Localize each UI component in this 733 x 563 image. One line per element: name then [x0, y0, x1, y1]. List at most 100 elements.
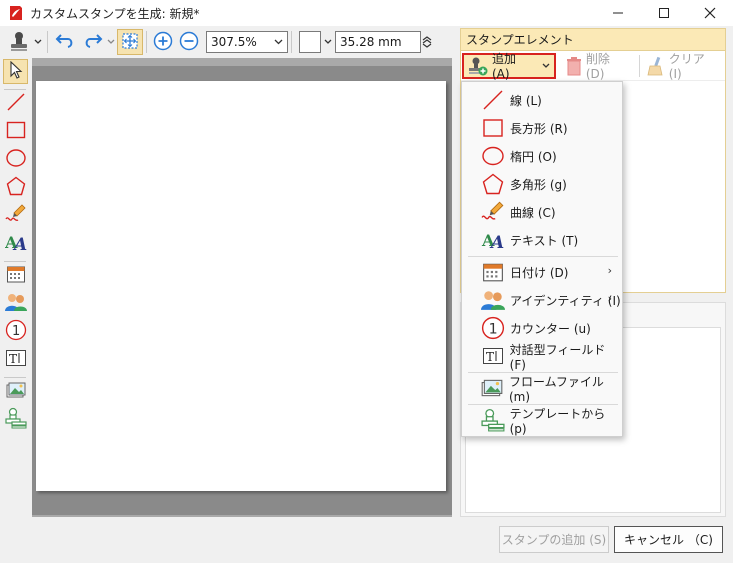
clear-elements-label: クリア (I) [668, 52, 705, 81]
color-swatch-button[interactable] [299, 31, 321, 53]
counter-tool[interactable]: 1 [3, 319, 28, 344]
chevron-down-icon[interactable] [34, 39, 44, 45]
pencil-icon [4, 203, 27, 228]
line-width-spinner[interactable] [421, 36, 433, 48]
calendar-icon [480, 259, 506, 285]
menu-item-label: カウンター (u) [510, 321, 591, 336]
chevron-down-icon[interactable] [321, 39, 335, 45]
toolbar-divider [638, 54, 640, 77]
add-stamp-icon [468, 56, 488, 76]
counter-icon: 1 [5, 319, 27, 344]
close-button[interactable] [687, 0, 733, 26]
from-template-tool[interactable] [3, 407, 28, 432]
menu-item-date[interactable]: 日付け (D) › [462, 258, 624, 286]
delete-element-button[interactable]: 削除 (D) [562, 52, 636, 81]
ellipse-icon [480, 143, 506, 169]
stamp-properties-button[interactable] [4, 29, 34, 55]
menu-item-from-file[interactable]: フロームファイル (m) [462, 374, 624, 404]
title-bar: カスタムスタンプを生成: 新規* [0, 0, 733, 26]
menu-item-label: 対話型フィールド (F) [509, 342, 606, 372]
svg-text:1: 1 [12, 324, 20, 339]
menu-item-curve[interactable]: 曲線 (C) [462, 198, 624, 226]
undo-button[interactable] [51, 29, 79, 55]
add-stamp-button[interactable]: スタンプの追加 (S) [499, 526, 609, 553]
redo-button[interactable] [79, 29, 107, 55]
add-element-label: 追加 (A) [492, 52, 517, 81]
drawing-tools: AA 1 T [0, 58, 30, 518]
identity-tool[interactable] [3, 291, 28, 316]
zoom-in-button[interactable] [150, 29, 176, 55]
counter-icon: 1 [480, 315, 506, 341]
text-tool[interactable]: AA [3, 231, 28, 256]
menu-item-counter[interactable]: 1 カウンター (u) [462, 314, 624, 342]
menu-item-line[interactable]: 線 (L) [462, 86, 624, 114]
tool-divider [4, 261, 26, 262]
minimize-button[interactable] [595, 0, 641, 26]
image-icon [480, 375, 505, 401]
line-icon [6, 92, 26, 115]
menu-item-from-template[interactable]: テンプレートから (p) [462, 406, 624, 436]
fit-page-button[interactable] [117, 29, 143, 55]
date-tool[interactable] [3, 263, 28, 288]
add-element-button[interactable]: 追加 (A) [462, 52, 556, 81]
from-file-tool[interactable] [3, 379, 28, 404]
text-field-icon: T [5, 348, 27, 371]
menu-item-interactive-field[interactable]: T 対話型フィールド (F) [462, 342, 624, 372]
main-toolbar: 307.5% 35.28 mm [0, 26, 458, 58]
menu-item-label: フロームファイル (m) [508, 374, 604, 404]
chevron-down-icon [542, 63, 550, 69]
menu-item-label: アイデンティティ (I) [510, 293, 621, 308]
line-width-value: 35.28 mm [340, 35, 402, 49]
submenu-arrow-icon: › [607, 292, 612, 305]
menu-item-label: 線 (L) [510, 93, 542, 108]
menu-item-label: 曲線 (C) [510, 205, 556, 220]
toolbar-divider [47, 31, 48, 53]
calendar-icon [6, 264, 26, 287]
curve-tool[interactable] [3, 203, 28, 228]
chevron-down-icon[interactable] [107, 39, 117, 45]
trash-icon [566, 56, 582, 76]
svg-text:T: T [486, 350, 494, 364]
text-icon: AA [4, 232, 27, 255]
menu-item-rectangle[interactable]: 長方形 (R) [462, 114, 624, 142]
interactive-field-tool[interactable]: T [3, 347, 28, 372]
rectangle-tool[interactable] [3, 119, 28, 144]
maximize-button[interactable] [641, 0, 687, 26]
chevron-down-icon [274, 39, 283, 45]
stamp-canvas[interactable] [36, 81, 446, 491]
add-element-menu: 線 (L) 長方形 (R) 楕円 (O) 多角形 (g) 曲線 (C) AA テ… [461, 81, 623, 437]
zoom-value: 307.5% [211, 35, 257, 49]
zoom-out-icon [179, 31, 199, 54]
ellipse-tool[interactable] [3, 147, 28, 172]
line-width-input[interactable]: 35.28 mm [335, 31, 421, 53]
svg-text:1: 1 [489, 321, 498, 337]
clear-elements-button[interactable]: クリア (I) [643, 52, 725, 81]
cancel-button[interactable]: キャンセル （C) [614, 526, 723, 553]
svg-text:A: A [489, 233, 504, 250]
tool-divider [4, 377, 26, 378]
polygon-icon [6, 176, 26, 199]
line-icon [480, 87, 506, 113]
select-tool[interactable] [3, 59, 28, 84]
menu-item-text[interactable]: AA テキスト (T) [462, 226, 624, 254]
toolbar-divider [146, 31, 147, 53]
stamp-canvas-area [32, 58, 452, 517]
zoom-out-button[interactable] [176, 29, 202, 55]
polygon-tool[interactable] [3, 175, 28, 200]
identity-icon [480, 287, 506, 313]
template-icon [4, 407, 27, 432]
ellipse-icon [5, 148, 26, 171]
line-tool[interactable] [3, 91, 28, 116]
menu-item-label: テンプレートから (p) [509, 406, 606, 436]
svg-text:A: A [12, 235, 27, 252]
pencil-icon [480, 199, 506, 225]
template-icon [480, 407, 506, 433]
zoom-in-icon [153, 31, 173, 54]
image-icon [5, 380, 27, 403]
text-field-icon: T [480, 343, 506, 369]
menu-item-polygon[interactable]: 多角形 (g) [462, 170, 624, 198]
menu-item-ellipse[interactable]: 楕円 (O) [462, 142, 624, 170]
tool-divider [4, 89, 26, 90]
menu-item-identity[interactable]: アイデンティティ (I) › [462, 286, 624, 314]
zoom-select[interactable]: 307.5% [206, 31, 288, 53]
